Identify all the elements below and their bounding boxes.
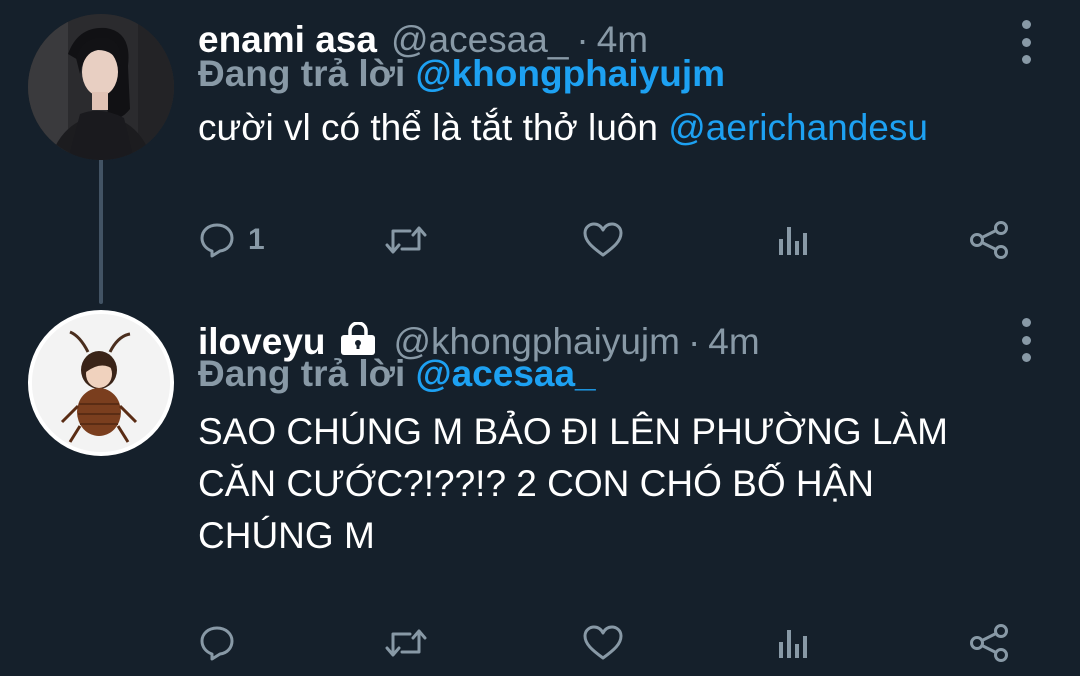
reply-button[interactable] [198,618,248,668]
retweet-button[interactable] [384,618,428,668]
replying-to-mention[interactable]: @acesaa_ [416,353,596,394]
share-icon [970,221,1008,259]
tweet-text-line: CĂN CƯỚC?!??!? 2 CON CHÓ BỐ HẬN [198,463,875,504]
share-button[interactable] [968,618,1010,668]
reply-count: 1 [248,223,265,256]
more-vertical-icon[interactable] [1014,318,1038,362]
tweet-header: enami asa @acesaa_ · 4m [198,0,1020,60]
lock-icon [338,321,378,364]
avatar[interactable] [28,310,174,456]
tweet-text: cười vl có thể là tắt thở luôn @aerichan… [198,102,1020,154]
tweet-header: iloveyu @khongphaiyujm · 4m [198,300,1020,362]
conversation-thread: enami asa @acesaa_ · 4m Đang trả lời @kh… [0,0,1080,676]
tweet-content: iloveyu @khongphaiyujm · 4m Đang trả lời… [198,300,1020,562]
replying-to: Đang trả lời @khongphaiyujm [198,52,1020,96]
separator-dot: · [687,321,701,362]
tweet-actions: 1 [198,215,1018,265]
retweet-icon [385,226,427,254]
share-icon [970,624,1008,662]
retweet-icon [385,629,427,657]
analytics-icon [779,227,807,255]
heart-icon [583,625,623,660]
reply-button[interactable]: 1 [198,215,265,265]
like-button[interactable] [582,215,624,265]
replying-to-label: Đang trả lời [198,53,406,94]
more-vertical-icon[interactable] [1014,20,1038,64]
tweet-content: enami asa @acesaa_ · 4m Đang trả lời @kh… [198,0,1020,154]
tweet-text-mention[interactable]: @aerichandesu [668,107,928,148]
heart-icon [583,222,623,257]
replying-to-mention[interactable]: @khongphaiyujm [416,53,725,94]
retweet-button[interactable] [384,215,428,265]
tweet-text: SAO CHÚNG M BẢO ĐI LÊN PHƯỜNG LÀM CĂN CƯ… [198,406,1020,562]
tweet-text-plain: cười vl có thể là tắt thở luôn [198,107,658,148]
avatar-photo [32,314,170,452]
tweet-item[interactable]: iloveyu @khongphaiyujm · 4m Đang trả lời… [0,300,1080,676]
tweet-text-line: SAO CHÚNG M BẢO ĐI LÊN PHƯỜNG LÀM [198,411,948,452]
analytics-button[interactable] [776,215,812,265]
timestamp[interactable]: 4m [708,322,759,362]
tweet-text-line: CHÚNG M [198,515,375,556]
reply-icon [200,626,234,661]
avatar-photo [28,14,174,160]
like-button[interactable] [582,618,624,668]
share-button[interactable] [968,215,1010,265]
analytics-button[interactable] [776,618,812,668]
avatar[interactable] [28,14,174,160]
reply-icon [200,223,234,258]
tweet-item[interactable]: enami asa @acesaa_ · 4m Đang trả lời @kh… [0,0,1080,300]
tweet-actions [198,618,1018,668]
analytics-icon [779,630,807,658]
